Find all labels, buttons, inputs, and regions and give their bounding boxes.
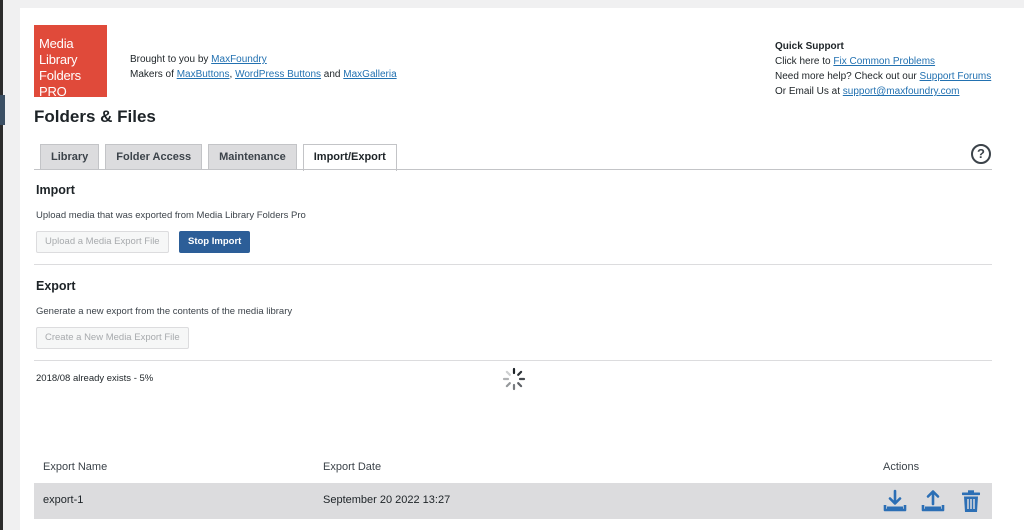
tab-folder-access[interactable]: Folder Access xyxy=(105,144,203,170)
tab-library[interactable]: Library xyxy=(40,144,100,170)
support-line-1: Click here to Fix Common Problems xyxy=(775,54,991,69)
logo-line-2: Library xyxy=(39,52,78,67)
logo-line-3: Folders PRO xyxy=(39,68,81,99)
column-export-date: Export Date xyxy=(323,461,382,473)
page-title: Folders & Files xyxy=(34,107,156,126)
support-forums-link[interactable]: Support Forums xyxy=(920,71,992,82)
makers-line: Makers of MaxButtons, WordPress Buttons … xyxy=(130,67,397,82)
quick-support: Quick Support Click here to Fix Common P… xyxy=(775,39,991,99)
support-line-1-prefix: Click here to xyxy=(775,56,834,67)
loading-spinner-icon xyxy=(502,367,526,391)
stop-import-button[interactable]: Stop Import xyxy=(179,231,251,253)
makers-prefix: Makers of xyxy=(130,69,177,80)
plugin-logo: Media Library Folders PRO xyxy=(34,25,107,99)
import-description: Upload media that was exported from Medi… xyxy=(36,210,306,221)
column-actions: Actions xyxy=(883,461,920,473)
maxfoundry-link[interactable]: MaxFoundry xyxy=(211,54,267,65)
import-title: Import xyxy=(36,183,75,197)
section-divider xyxy=(34,264,992,265)
main-panel: Media Library Folders PRO Brought to you… xyxy=(20,8,1024,530)
support-line-3-prefix: Or Email Us at xyxy=(775,86,843,97)
tab-import-export[interactable]: Import/Export xyxy=(302,144,397,171)
table-row: export-1 September 20 2022 13:27 xyxy=(34,483,992,519)
and-text: and xyxy=(321,69,344,80)
upload-icon[interactable] xyxy=(920,488,946,514)
trash-icon[interactable] xyxy=(958,488,984,514)
fix-common-problems-link[interactable]: Fix Common Problems xyxy=(833,56,935,67)
exports-table-header: Export Name Export Date Actions xyxy=(34,461,992,483)
export-name-cell: export-1 xyxy=(43,494,84,506)
admin-menu-indicator xyxy=(0,95,5,125)
export-description: Generate a new export from the contents … xyxy=(36,306,293,317)
quick-support-title: Quick Support xyxy=(775,41,844,52)
left-edge-strip xyxy=(0,0,3,530)
upload-export-file-button[interactable]: Upload a Media Export File xyxy=(36,231,169,253)
section-divider xyxy=(34,360,992,361)
tab-maintenance[interactable]: Maintenance xyxy=(208,144,297,170)
export-status-text: 2018/08 already exists - 5% xyxy=(36,373,154,384)
credits: Brought to you by MaxFoundry Makers of M… xyxy=(130,52,397,82)
column-export-name: Export Name xyxy=(43,461,108,473)
support-email-link[interactable]: support@maxfoundry.com xyxy=(843,86,960,97)
export-date-cell: September 20 2022 13:27 xyxy=(323,494,451,506)
row-actions xyxy=(882,488,984,514)
brought-prefix: Brought to you by xyxy=(130,54,212,65)
help-icon[interactable]: ? xyxy=(971,144,991,164)
create-export-file-button[interactable]: Create a New Media Export File xyxy=(36,327,189,349)
maxbuttons-link[interactable]: MaxButtons xyxy=(177,69,230,80)
export-title: Export xyxy=(36,279,76,293)
download-icon[interactable] xyxy=(882,488,908,514)
wordpress-buttons-link[interactable]: WordPress Buttons xyxy=(235,69,321,80)
logo-line-1: Media xyxy=(39,36,74,51)
support-line-3: Or Email Us at support@maxfoundry.com xyxy=(775,84,991,99)
maxgalleria-link[interactable]: MaxGalleria xyxy=(343,69,396,80)
tab-underline xyxy=(34,169,992,170)
support-line-2-prefix: Need more help? Check out our xyxy=(775,71,920,82)
support-line-2: Need more help? Check out our Support Fo… xyxy=(775,69,991,84)
tab-bar: Library Folder Access Maintenance Import… xyxy=(40,144,403,171)
brought-line: Brought to you by MaxFoundry xyxy=(130,52,397,67)
